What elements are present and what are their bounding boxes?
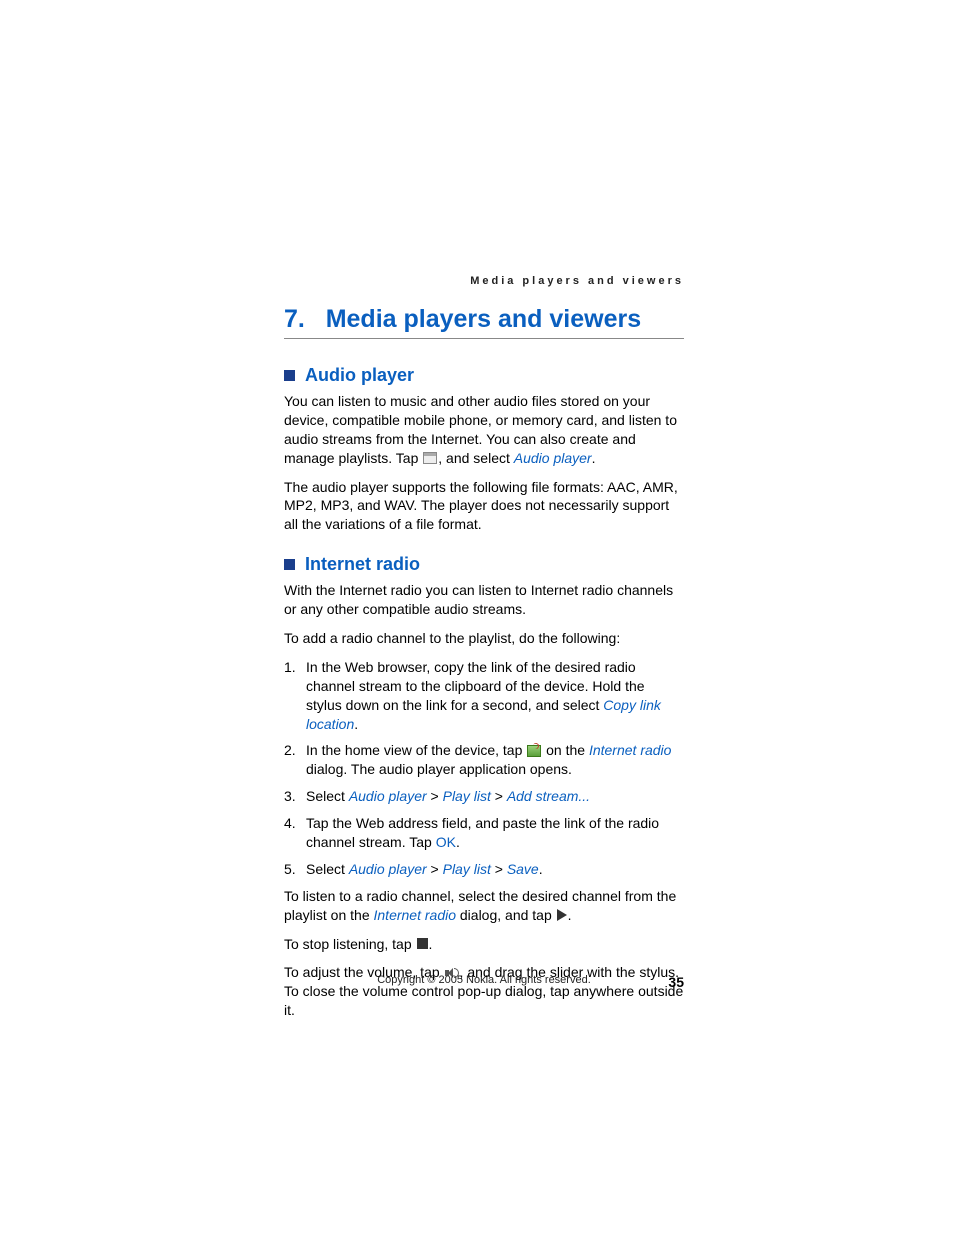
page-footer: Copyright © 2005 Nokia. All rights reser… — [284, 974, 684, 986]
running-head: Media players and viewers — [284, 275, 684, 287]
text: > — [491, 788, 507, 804]
link-add-stream[interactable]: Add stream... — [507, 788, 590, 804]
text: > — [491, 861, 507, 877]
step-number: 1. — [284, 658, 306, 734]
link-internet-radio[interactable]: Internet radio — [589, 742, 672, 758]
paragraph: To add a radio channel to the playlist, … — [284, 629, 684, 648]
paragraph: To adjust the volume, tap , and drag the… — [284, 963, 684, 1020]
text: . — [539, 861, 543, 877]
text: In the Web browser, copy the link of the… — [306, 659, 645, 713]
paragraph: To listen to a radio channel, select the… — [284, 887, 684, 925]
list-item: 1. In the Web browser, copy the link of … — [284, 658, 684, 734]
text: . — [592, 450, 596, 466]
text: . — [568, 907, 572, 923]
bullet-square-icon — [284, 559, 295, 570]
text: Tap the Web address field, and paste the… — [306, 815, 659, 850]
chapter-title: 7. Media players and viewers — [284, 305, 684, 339]
link-save[interactable]: Save — [507, 861, 539, 877]
step-list: 1. In the Web browser, copy the link of … — [284, 658, 684, 879]
link-audio-player[interactable]: Audio player — [514, 450, 592, 466]
play-icon — [557, 909, 567, 921]
ok-label: OK — [436, 834, 456, 850]
step-number: 5. — [284, 860, 306, 879]
list-item: 5. Select Audio player > Play list > Sav… — [284, 860, 684, 879]
copyright-text: Copyright © 2005 Nokia. All rights reser… — [377, 974, 591, 986]
step-text: Tap the Web address field, and paste the… — [306, 814, 684, 852]
link-play-list[interactable]: Play list — [443, 788, 491, 804]
text: , and select — [438, 450, 514, 466]
link-play-list[interactable]: Play list — [443, 861, 491, 877]
list-item: 3. Select Audio player > Play list > Add… — [284, 787, 684, 806]
link-internet-radio[interactable]: Internet radio — [374, 907, 457, 923]
text: . — [429, 936, 433, 952]
step-number: 2. — [284, 741, 306, 779]
paragraph: To stop listening, tap . — [284, 935, 684, 954]
internet-radio-icon — [527, 745, 541, 757]
section-internet-radio: Internet radio — [284, 554, 684, 575]
text: To stop listening, tap — [284, 936, 416, 952]
task-navigator-icon — [423, 452, 437, 464]
page-content: Media players and viewers 7. Media playe… — [284, 275, 684, 1030]
text: on the — [542, 742, 589, 758]
paragraph: The audio player supports the following … — [284, 478, 684, 535]
section-audio-player: Audio player — [284, 365, 684, 386]
paragraph: With the Internet radio you can listen t… — [284, 581, 684, 619]
text: . — [354, 716, 358, 732]
step-text: Select Audio player > Play list > Add st… — [306, 787, 684, 806]
step-number: 3. — [284, 787, 306, 806]
step-text: Select Audio player > Play list > Save. — [306, 860, 684, 879]
step-text: In the Web browser, copy the link of the… — [306, 658, 684, 734]
bullet-square-icon — [284, 370, 295, 381]
link-audio-player[interactable]: Audio player — [349, 788, 427, 804]
step-number: 4. — [284, 814, 306, 852]
text: . — [456, 834, 460, 850]
text: Select — [306, 788, 349, 804]
list-item: 4. Tap the Web address field, and paste … — [284, 814, 684, 852]
stop-icon — [417, 938, 428, 949]
paragraph: You can listen to music and other audio … — [284, 392, 684, 468]
text: dialog. The audio player application ope… — [306, 761, 572, 777]
step-text: In the home view of the device, tap on t… — [306, 741, 684, 779]
list-item: 2. In the home view of the device, tap o… — [284, 741, 684, 779]
text: dialog, and tap — [456, 907, 556, 923]
text: > — [427, 788, 443, 804]
text: In the home view of the device, tap — [306, 742, 526, 758]
chapter-number: 7. — [284, 305, 305, 333]
section-title: Internet radio — [305, 554, 420, 575]
section-title: Audio player — [305, 365, 414, 386]
chapter-text: Media players and viewers — [326, 305, 641, 333]
page-number: 35 — [668, 974, 684, 990]
link-audio-player[interactable]: Audio player — [349, 861, 427, 877]
text: Select — [306, 861, 349, 877]
text: > — [427, 861, 443, 877]
